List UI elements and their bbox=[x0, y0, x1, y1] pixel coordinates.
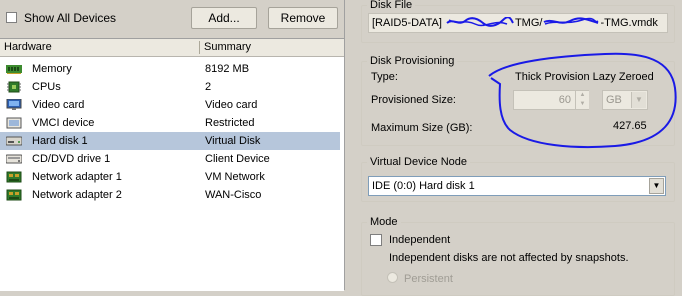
network-adapter-icon bbox=[6, 189, 22, 201]
redacted-scribble bbox=[542, 17, 600, 26]
redaction-mark bbox=[543, 17, 599, 25]
hardware-summary: Restricted bbox=[205, 117, 255, 129]
table-header: Hardware Summary bbox=[0, 39, 344, 57]
hardware-pane: Show All Devices Add... Remove Hardware … bbox=[0, 0, 344, 291]
device-settings-pane: Disk File [RAID5-DATA] TMG/ -TMG.vmdk Di… bbox=[344, 0, 682, 296]
type-label: Type: bbox=[371, 71, 398, 83]
column-header-summary[interactable]: Summary bbox=[200, 39, 340, 56]
show-all-devices-label: Show All Devices bbox=[24, 11, 117, 25]
hardware-name: Video card bbox=[32, 99, 85, 111]
provisioned-size-label: Provisioned Size: bbox=[371, 94, 456, 106]
hardware-name: CPUs bbox=[32, 81, 61, 93]
memory-icon bbox=[6, 65, 22, 74]
monitor-icon bbox=[6, 99, 22, 110]
hardware-summary: VM Network bbox=[205, 171, 265, 183]
hardware-name: Memory bbox=[32, 63, 72, 75]
show-all-devices-checkbox[interactable] bbox=[6, 12, 17, 23]
hardware-name: CD/DVD drive 1 bbox=[32, 153, 111, 165]
table-row[interactable]: Network adapter 2 WAN-Cisco bbox=[0, 186, 340, 204]
independent-description: Independent disks are not affected by sn… bbox=[389, 252, 629, 264]
network-adapter-icon bbox=[6, 171, 22, 183]
redaction-mark bbox=[446, 17, 514, 27]
cpu-icon bbox=[7, 81, 21, 93]
cd-dvd-icon bbox=[6, 154, 22, 164]
table-row[interactable]: Memory 8192 MB bbox=[0, 60, 340, 78]
table-row[interactable]: Video card Video card bbox=[0, 96, 340, 114]
hardware-name: Network adapter 1 bbox=[32, 171, 122, 183]
table-row[interactable]: CD/DVD drive 1 Client Device bbox=[0, 150, 340, 168]
disk-file-path-prefix: [RAID5-DATA] bbox=[372, 17, 445, 29]
virtual-device-node-select[interactable]: IDE (0:0) Hard disk 1 ▼ bbox=[368, 176, 666, 196]
hardware-summary: 2 bbox=[205, 81, 212, 93]
hardware-name: Network adapter 2 bbox=[32, 189, 122, 201]
mode-legend: Mode bbox=[367, 216, 401, 228]
table-row-selected[interactable]: Hard disk 1 Virtual Disk bbox=[0, 132, 340, 150]
chevron-down-icon[interactable]: ▼ bbox=[649, 178, 664, 194]
independent-label: Independent bbox=[389, 234, 451, 246]
independent-checkbox[interactable] bbox=[370, 234, 382, 246]
disk-file-legend: Disk File bbox=[367, 0, 416, 11]
virtual-device-node-legend: Virtual Device Node bbox=[367, 156, 471, 168]
hardware-summary: 8192 MB bbox=[205, 63, 250, 75]
persistent-label: Persistent bbox=[404, 273, 453, 285]
persistent-radio[interactable] bbox=[387, 272, 398, 283]
maximum-size-label: Maximum Size (GB): bbox=[371, 122, 473, 134]
remove-button[interactable]: Remove bbox=[268, 7, 338, 29]
disk-file-path-field[interactable]: [RAID5-DATA] TMG/ -TMG.vmdk bbox=[368, 13, 668, 33]
hard-disk-icon bbox=[6, 136, 22, 146]
table-row[interactable]: Network adapter 1 VM Network bbox=[0, 168, 340, 186]
hardware-summary: Video card bbox=[205, 99, 258, 111]
table-row[interactable]: VMCI device Restricted bbox=[0, 114, 340, 132]
table-row[interactable]: CPUs 2 bbox=[0, 78, 340, 96]
hardware-summary: Client Device bbox=[205, 153, 270, 165]
hardware-summary: Virtual Disk bbox=[205, 135, 261, 147]
hardware-name: VMCI device bbox=[32, 117, 95, 129]
column-header-hardware[interactable]: Hardware bbox=[0, 39, 200, 56]
add-button[interactable]: Add... bbox=[191, 7, 257, 29]
hardware-table: Hardware Summary Memory 8192 MB CPUs 2 V… bbox=[0, 38, 344, 291]
disk-provisioning-legend: Disk Provisioning bbox=[367, 55, 458, 67]
vmci-device-icon bbox=[6, 117, 22, 129]
annotation-ellipse bbox=[488, 52, 677, 148]
disk-file-path-end: -TMG.vmdk bbox=[600, 17, 658, 29]
hardware-summary: WAN-Cisco bbox=[205, 189, 262, 201]
disk-file-path-suffix: TMG/ bbox=[514, 17, 543, 29]
virtual-device-node-value: IDE (0:0) Hard disk 1 bbox=[372, 180, 475, 192]
redacted-scribble bbox=[445, 17, 515, 27]
hardware-name: Hard disk 1 bbox=[32, 135, 88, 147]
